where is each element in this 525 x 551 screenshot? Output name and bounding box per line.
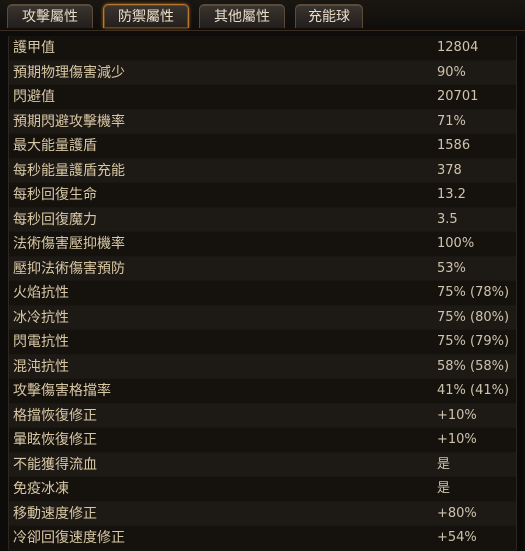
stat-row: 不能獲得流血 是 bbox=[9, 452, 516, 477]
stat-label: 預期物理傷害減少 bbox=[13, 64, 125, 81]
stat-value: +10% bbox=[437, 432, 477, 447]
stat-row: 閃避值 20701 bbox=[9, 85, 516, 110]
stat-value: 75% (78%) bbox=[437, 285, 510, 300]
stat-label: 暈眩恢復修正 bbox=[13, 432, 97, 448]
stat-row: 閃電抗性 75% (79%) bbox=[9, 330, 516, 355]
stat-label: 移動速度修正 bbox=[13, 505, 97, 522]
stat-row: 預期物理傷害減少 90% bbox=[9, 60, 516, 85]
stat-label: 最大能量護盾 bbox=[13, 138, 97, 154]
stat-label: 火焰抗性 bbox=[13, 285, 69, 301]
stat-value: 是 bbox=[437, 481, 451, 496]
stat-value: 53% bbox=[437, 260, 466, 276]
stat-row: 每秒回復生命 13.2 bbox=[9, 183, 516, 208]
stat-value: 100% bbox=[437, 236, 475, 251]
stat-label: 護甲值 bbox=[13, 40, 55, 56]
defence-stats-list: 護甲值 12804 預期物理傷害減少 90% 閃避值 20701 預期閃避攻擊機率 71% 最大… bbox=[8, 36, 517, 551]
stat-value: +10% bbox=[437, 407, 477, 423]
stat-value: 41% (41%) bbox=[437, 383, 510, 398]
stat-value: 12804 bbox=[437, 40, 479, 55]
stat-value: 378 bbox=[437, 162, 462, 178]
stat-row: 最大能量護盾 1586 bbox=[9, 134, 516, 159]
stat-label: 壓抑法術傷害預防 bbox=[13, 260, 125, 277]
stat-row: 每秒能量護盾充能 378 bbox=[9, 158, 516, 183]
stat-label: 閃避值 bbox=[13, 89, 55, 105]
character-stats-window: 攻擊屬性 防禦屬性 其他屬性 充能球 護甲值 12804 預期物理傷害減少 90% 閃避… bbox=[0, 0, 525, 551]
stat-value: 58% (58%) bbox=[437, 358, 510, 374]
stat-row: 移動速度修正 +80% bbox=[9, 501, 516, 526]
stat-value: 13.2 bbox=[437, 187, 466, 202]
stat-row: 法術傷害壓抑機率 100% bbox=[9, 232, 516, 257]
stat-label: 攻擊傷害格擋率 bbox=[13, 383, 111, 399]
stat-value: 75% (80%) bbox=[437, 309, 510, 325]
stat-value: 是 bbox=[437, 456, 451, 472]
tab-bar: 攻擊屬性 防禦屬性 其他屬性 充能球 bbox=[0, 0, 525, 31]
stat-row: 格擋恢復修正 +10% bbox=[9, 403, 516, 428]
tab-offence[interactable]: 攻擊屬性 bbox=[7, 4, 93, 28]
stat-row: 混沌抗性 58% (58%) bbox=[9, 354, 516, 379]
stat-row: 冷卻回復速度修正 +54% bbox=[9, 526, 516, 551]
scrollbar-track[interactable] bbox=[517, 36, 523, 550]
stat-row: 每秒回復魔力 3.5 bbox=[9, 207, 516, 232]
stat-label: 法術傷害壓抑機率 bbox=[13, 236, 125, 252]
stat-label: 每秒能量護盾充能 bbox=[13, 162, 125, 179]
stat-row: 暈眩恢復修正 +10% bbox=[9, 428, 516, 453]
stat-label: 冷卻回復速度修正 bbox=[13, 530, 125, 546]
stat-value: 90% bbox=[437, 64, 466, 80]
stat-label: 格擋恢復修正 bbox=[13, 407, 97, 424]
stat-row: 火焰抗性 75% (78%) bbox=[9, 281, 516, 306]
tab-charges[interactable]: 充能球 bbox=[295, 4, 363, 28]
stat-label: 冰冷抗性 bbox=[13, 309, 69, 326]
stat-row: 冰冷抗性 75% (80%) bbox=[9, 305, 516, 330]
stat-label: 閃電抗性 bbox=[13, 334, 69, 350]
stat-label: 每秒回復魔力 bbox=[13, 211, 97, 228]
stat-value: 3.5 bbox=[437, 211, 458, 227]
stat-value: 1586 bbox=[437, 138, 471, 153]
tab-defence[interactable]: 防禦屬性 bbox=[103, 4, 189, 28]
stat-value: 71% bbox=[437, 113, 466, 129]
stat-row: 攻擊傷害格擋率 41% (41%) bbox=[9, 379, 516, 404]
stat-value: 75% (79%) bbox=[437, 334, 510, 349]
stat-value: +54% bbox=[437, 530, 477, 545]
stat-label: 預期閃避攻擊機率 bbox=[13, 113, 125, 130]
stat-label: 免疫冰凍 bbox=[13, 481, 69, 497]
stat-label: 不能獲得流血 bbox=[13, 456, 97, 473]
stat-value: +80% bbox=[437, 505, 477, 521]
tab-misc[interactable]: 其他屬性 bbox=[199, 4, 285, 28]
stat-row: 護甲值 12804 bbox=[9, 36, 516, 61]
stat-row: 壓抑法術傷害預防 53% bbox=[9, 256, 516, 281]
stat-label: 每秒回復生命 bbox=[13, 187, 97, 203]
stat-row: 預期閃避攻擊機率 71% bbox=[9, 109, 516, 134]
stat-row: 免疫冰凍 是 bbox=[9, 477, 516, 502]
stat-label: 混沌抗性 bbox=[13, 358, 69, 375]
stat-value: 20701 bbox=[437, 89, 479, 104]
